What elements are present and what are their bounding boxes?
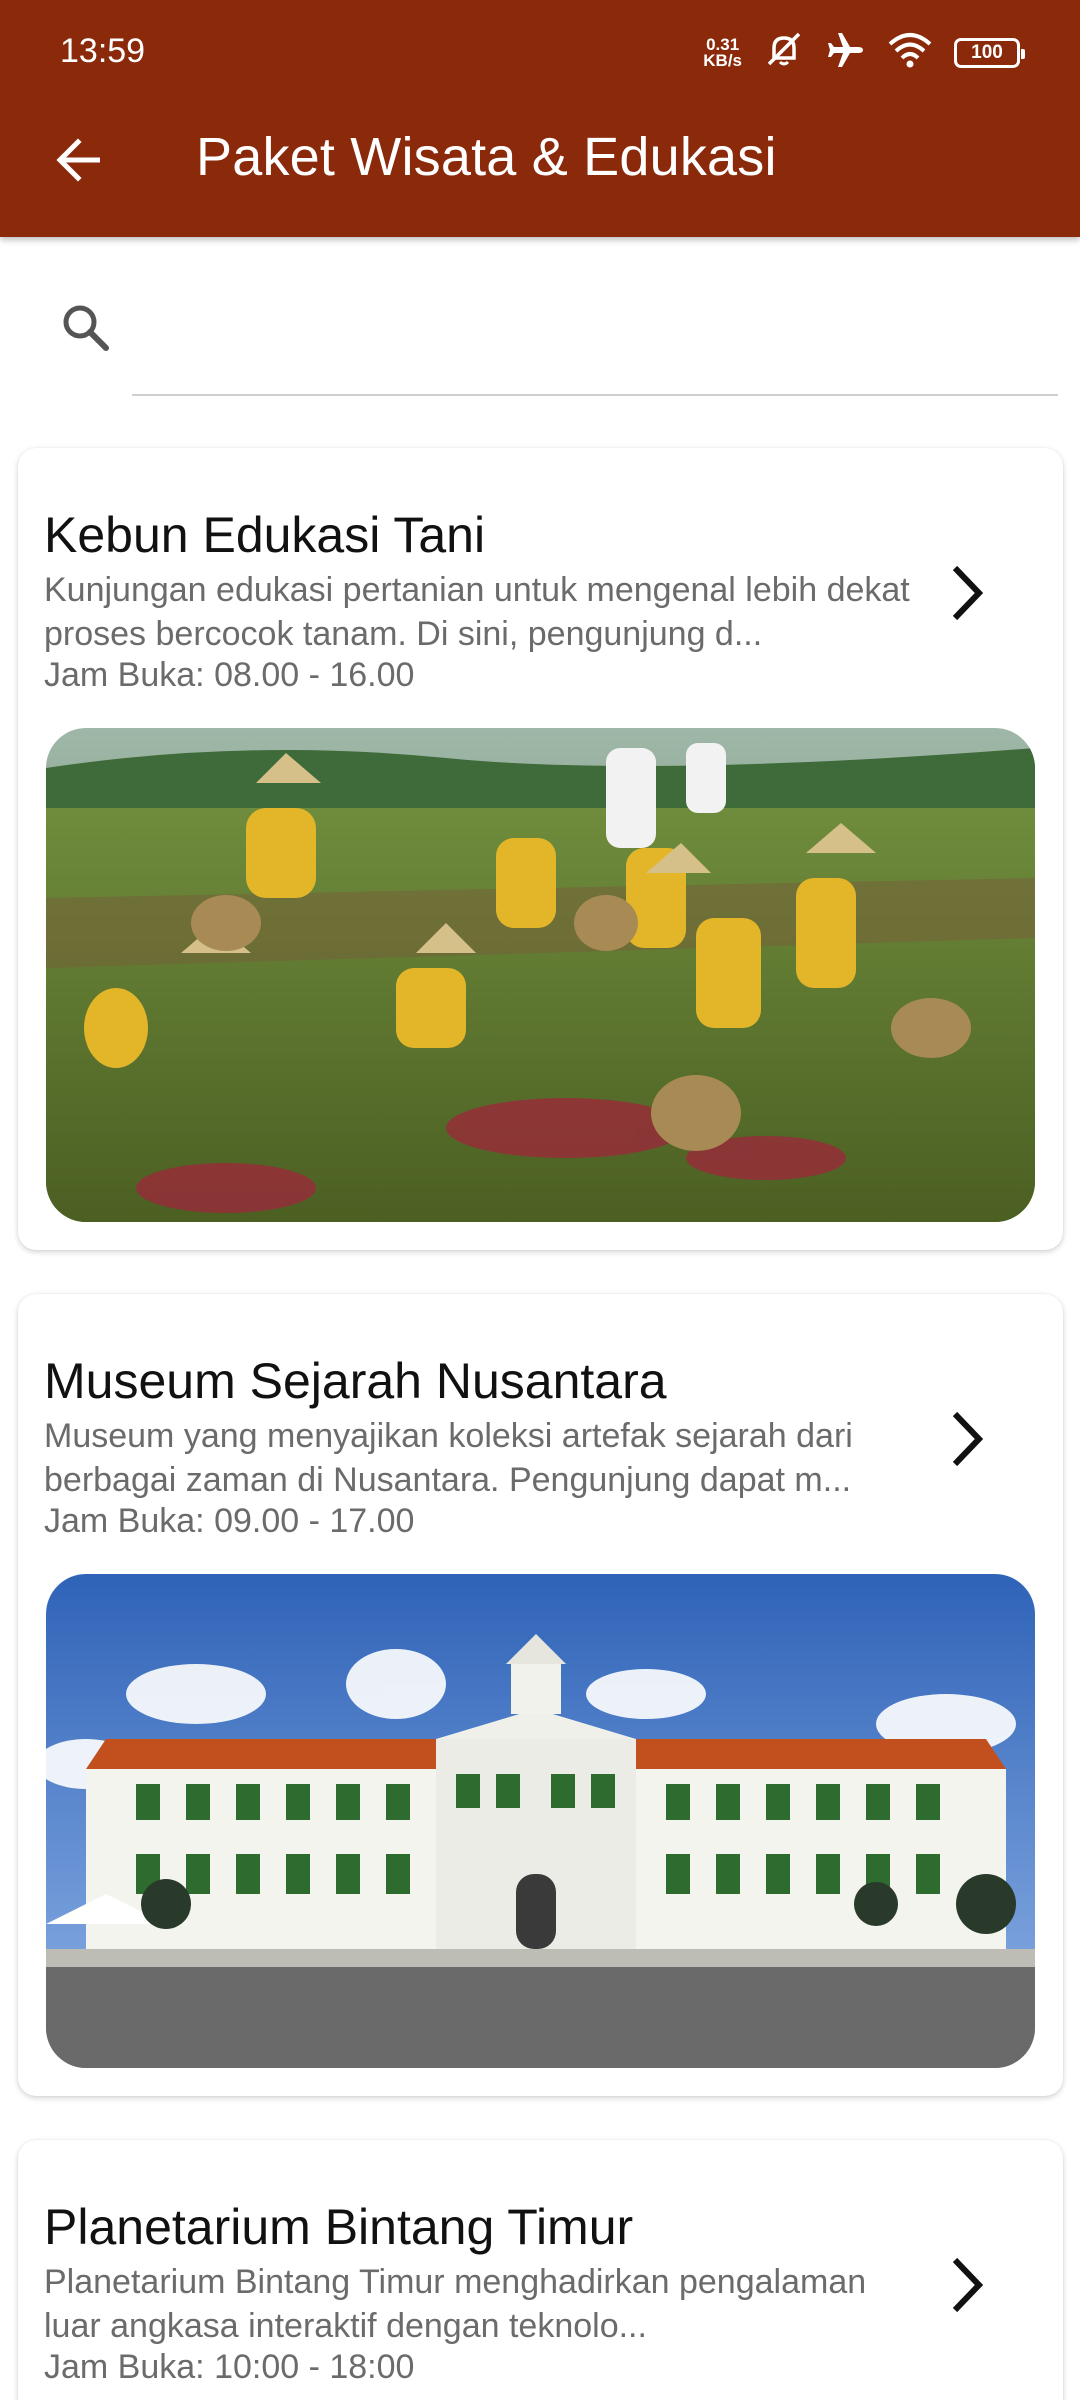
airplane-icon [826,30,866,75]
place-hours: Jam Buka: 08.00 - 16.00 [44,656,415,694]
place-card[interactable]: Kebun Edukasi Tani Kunjungan edukasi per… [18,448,1063,1250]
chevron-right-icon[interactable] [941,558,991,628]
net-speed-unit: KB/s [703,50,742,70]
wifi-icon [888,32,932,73]
place-title: Planetarium Bintang Timur [44,2199,634,2255]
place-image-museum [46,1574,1035,2068]
place-title: Kebun Edukasi Tani [44,507,486,563]
status-bar: 13:59 0.31 KB/s 100 [0,0,1080,100]
search-bar [0,270,1080,400]
mute-icon [764,30,804,75]
place-hours: Jam Buka: 09.00 - 17.00 [44,1502,415,1540]
chevron-right-icon[interactable] [941,2250,991,2320]
place-description: Kunjungan edukasi pertanian untuk mengen… [44,571,910,653]
search-underline [132,394,1058,396]
arrow-left-icon [56,138,100,182]
status-time: 13:59 [60,32,146,70]
search-input[interactable] [132,290,1058,362]
place-card[interactable]: Planetarium Bintang Timur Planetarium Bi… [18,2140,1063,2400]
place-description: Museum yang menyajikan koleksi artefak s… [44,1417,853,1499]
place-card[interactable]: Museum Sejarah Nusantara Museum yang men… [18,1294,1063,2096]
page-title: Paket Wisata & Edukasi [196,127,777,187]
app-bar: 13:59 0.31 KB/s 100 Paket Wisata & Eduka… [0,0,1080,237]
place-description: Planetarium Bintang Timur menghadirkan p… [44,2263,867,2345]
net-speed: 0.31 KB/s [703,36,742,70]
place-title: Museum Sejarah Nusantara [44,1353,667,1409]
place-image-farm [46,728,1035,1222]
chevron-right-icon[interactable] [941,1404,991,1474]
search-icon [56,298,116,358]
battery-icon: 100 [954,37,1025,68]
status-icons: 0.31 KB/s 100 [703,30,1025,75]
place-hours: Jam Buka: 10:00 - 18:00 [44,2348,415,2386]
back-button[interactable] [48,130,108,190]
battery-level: 100 [971,41,1003,63]
